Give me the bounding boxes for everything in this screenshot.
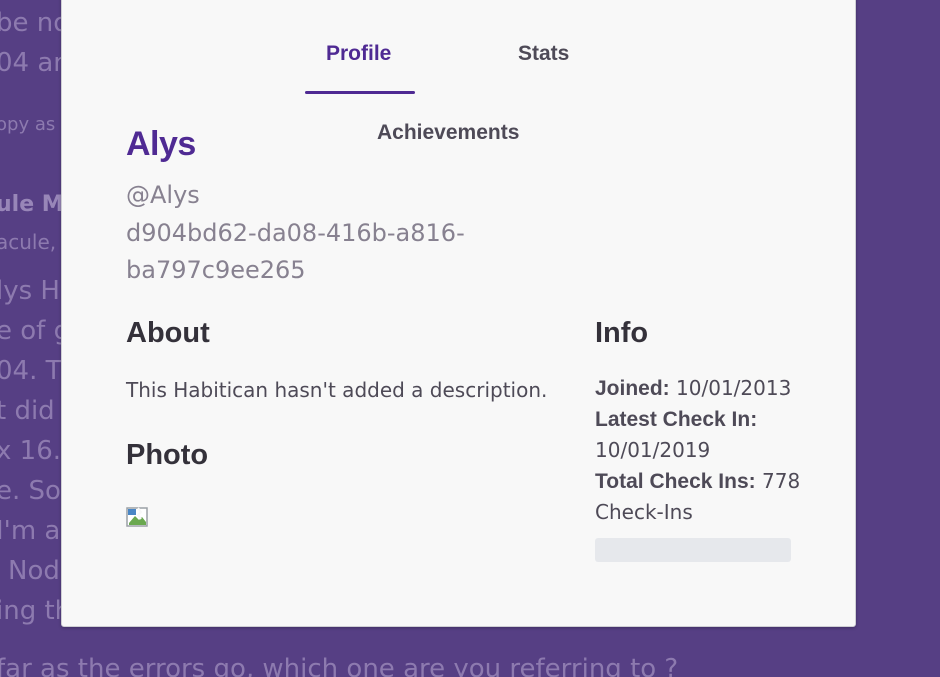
background-text: opy as (0, 114, 56, 135)
tab-stats[interactable]: Stats (518, 42, 569, 66)
background-text: I'm a (0, 516, 61, 546)
background-text: acule, (0, 230, 57, 254)
background-text: t did (0, 396, 55, 426)
check-in-progress-bar (595, 538, 791, 562)
tab-active-indicator (305, 91, 415, 94)
info-heading: Info (595, 317, 649, 349)
tab-profile[interactable]: Profile (326, 42, 391, 66)
background-text: lys H (0, 276, 60, 306)
about-description: This Habitican hasn't added a descriptio… (126, 378, 548, 402)
background-text: e. So (0, 476, 61, 506)
background-text: x 16. (0, 436, 61, 466)
joined-label: Joined: (595, 377, 670, 400)
photo-heading: Photo (126, 439, 209, 471)
info-list: Joined: 10/01/2013 Latest Check In: 10/0… (595, 373, 805, 528)
progress-fill (595, 538, 791, 562)
background-text: e of g (0, 316, 71, 346)
background-text: far as the errors go, which one are you … (0, 654, 679, 677)
joined-value: 10/01/2013 (676, 376, 792, 400)
latest-check-in-value: 10/01/2019 (595, 438, 711, 462)
tab-achievements[interactable]: Achievements (377, 121, 519, 145)
info-latest-check-in: Latest Check In: 10/01/2019 (595, 404, 805, 466)
profile-name: Alys (126, 125, 196, 163)
profile-handle: @Alys (126, 181, 200, 209)
broken-image-icon (126, 507, 148, 527)
background-text: 04 an (0, 48, 70, 78)
info-joined: Joined: 10/01/2013 (595, 373, 805, 404)
profile-uuid: d904bd62-da08-416b-a816-ba797c9ee265 (126, 219, 465, 284)
total-check-ins-label: Total Check Ins: (595, 470, 756, 493)
latest-check-in-label: Latest Check In: (595, 408, 758, 431)
info-total-check-ins: Total Check Ins: 778 Check-Ins (595, 466, 805, 528)
background-text: ule M (0, 192, 64, 217)
profile-modal: Profile Stats Achievements Alys @Alys d9… (61, 0, 856, 627)
background-text: be no (0, 8, 70, 38)
background-text: Nod (8, 556, 60, 586)
about-heading: About (126, 317, 210, 349)
